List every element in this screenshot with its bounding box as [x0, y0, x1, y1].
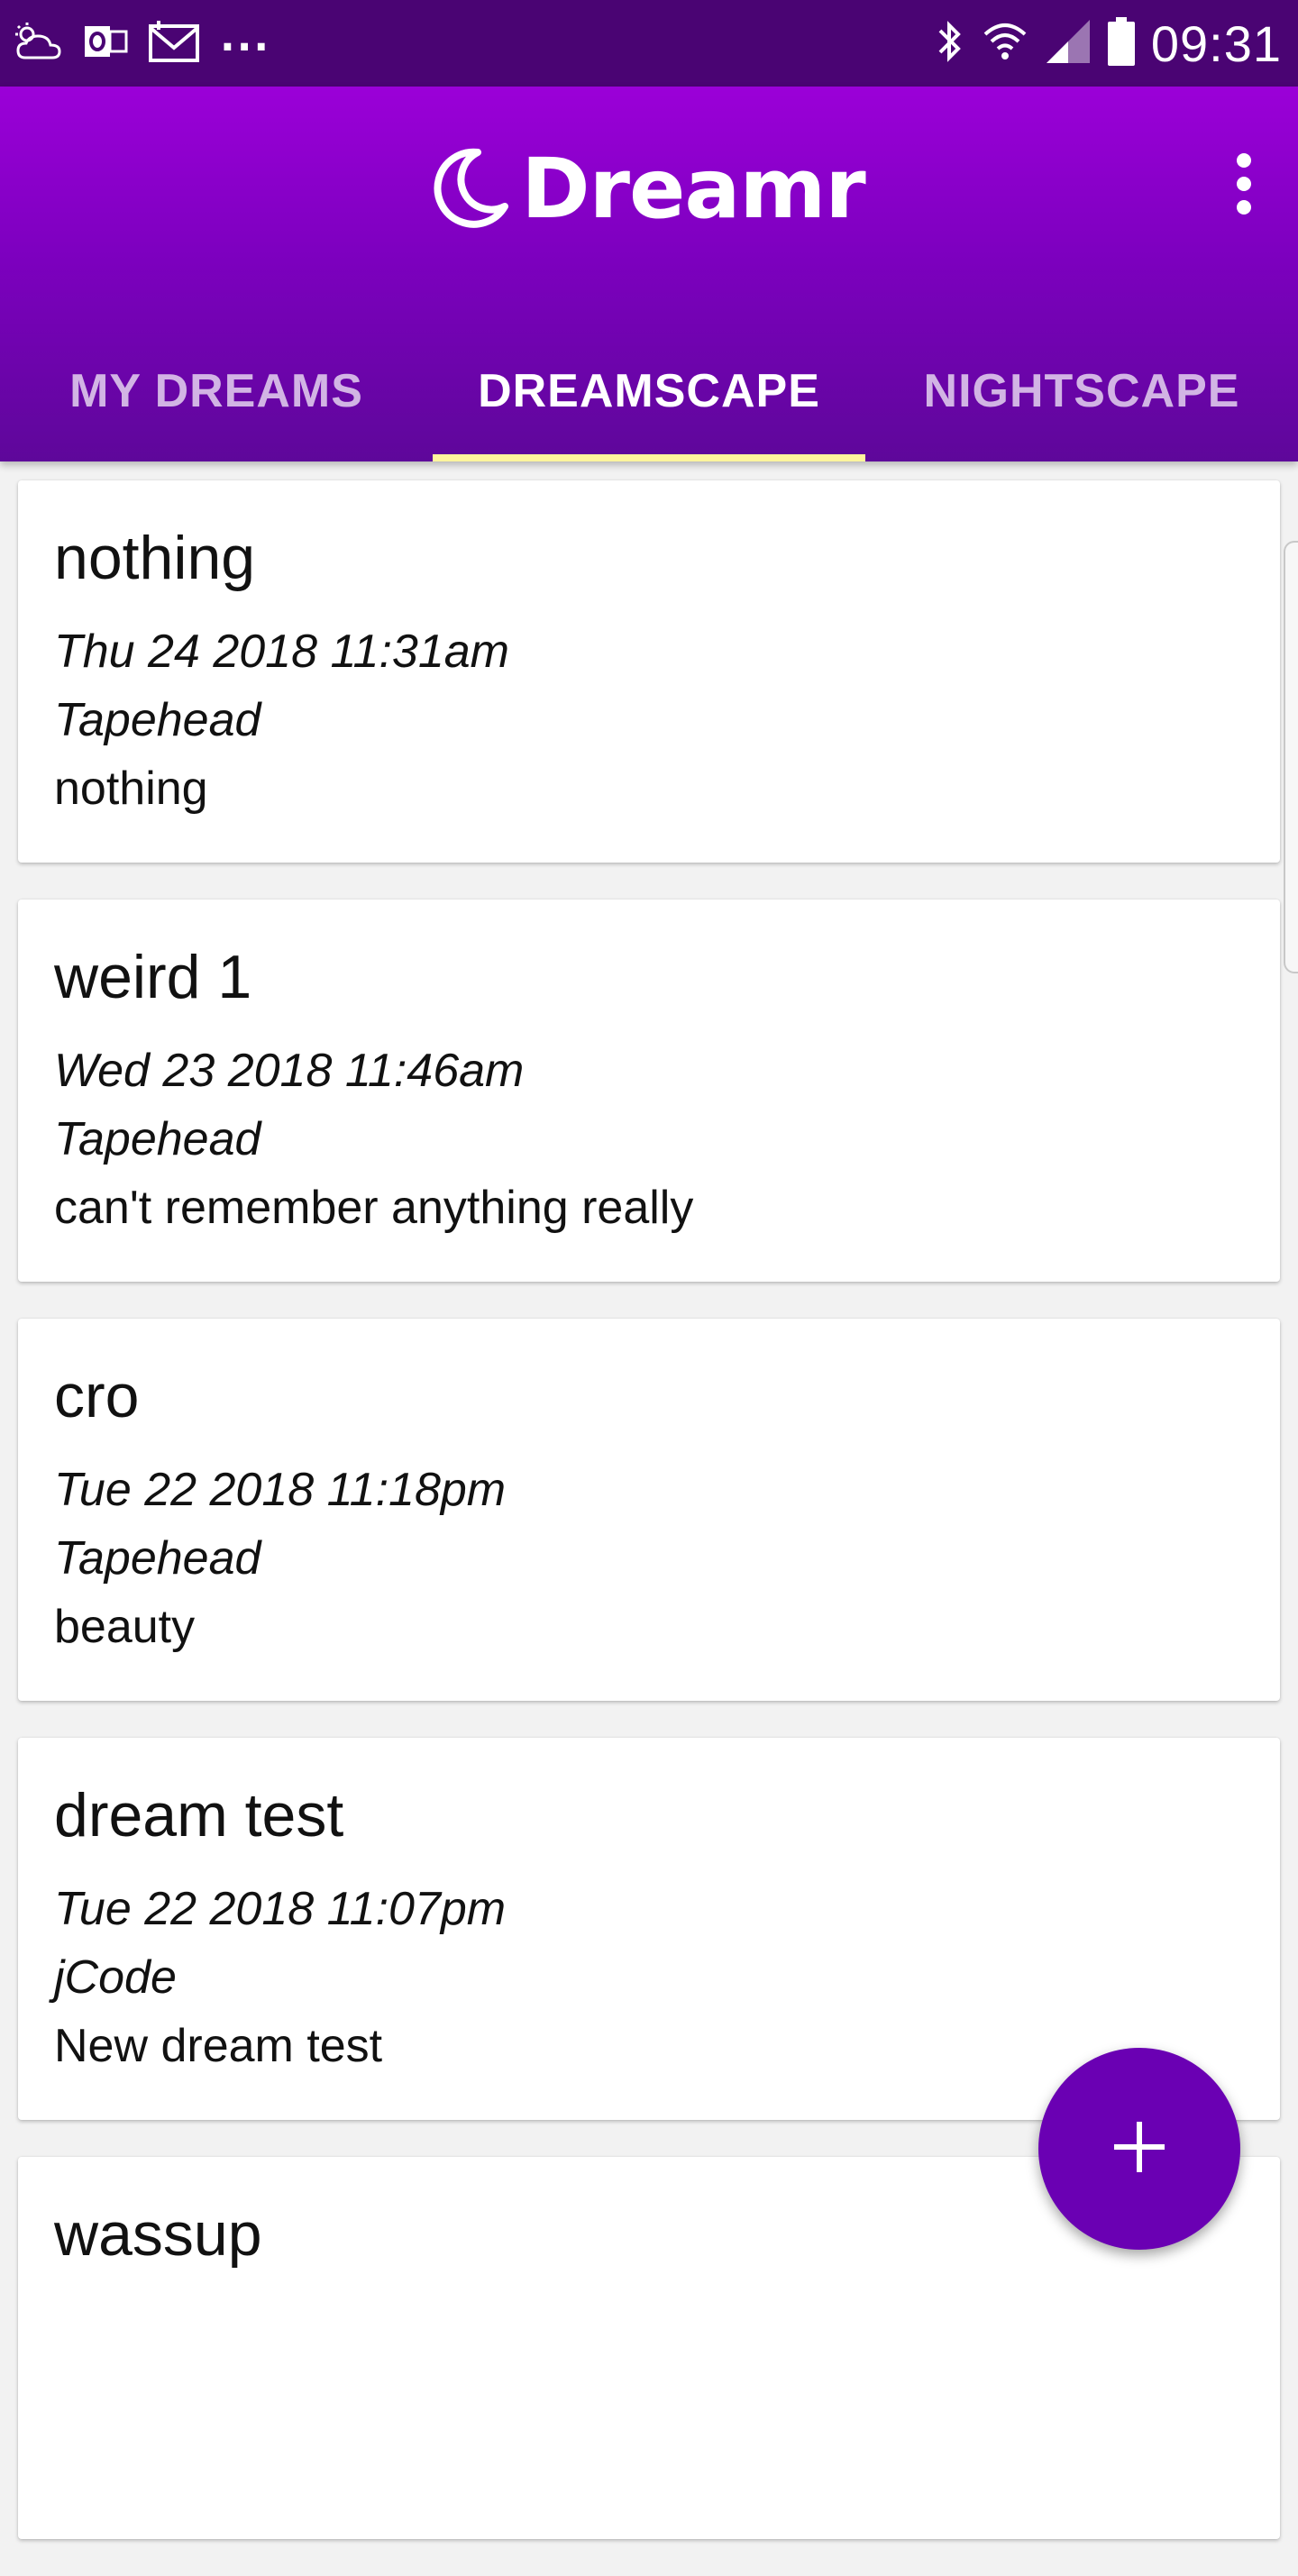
- more-vert-icon: [1235, 151, 1253, 220]
- status-more-notifications: ...: [220, 14, 271, 60]
- dream-card[interactable]: nothing Thu 24 2018 11:31am Tapehead not…: [18, 480, 1280, 863]
- status-bar: ... 09:31: [0, 0, 1298, 87]
- dream-date: Thu 24 2018 11:31am: [54, 626, 509, 678]
- dream-title: dream test: [54, 1781, 344, 1850]
- dream-date: Wed 23 2018 11:46am: [54, 1045, 525, 1097]
- dream-date: Tue 22 2018 11:18pm: [54, 1464, 507, 1516]
- tab-bar: MY DREAMS DREAMSCAPE NIGHTSCAPE: [0, 330, 1298, 461]
- tab-nightscape[interactable]: NIGHTSCAPE: [865, 330, 1298, 461]
- dream-title: weird 1: [54, 943, 252, 1011]
- plus-icon: [1111, 2118, 1168, 2179]
- app-bar: Dreamr MY DREAMS DREAMSCAPE NIGHTSCAPE: [0, 87, 1298, 461]
- dream-text: can't remember anything really: [54, 1182, 694, 1234]
- overflow-menu-button[interactable]: [1217, 150, 1271, 222]
- battery-icon: [1107, 17, 1135, 69]
- status-time: 09:31: [1150, 14, 1282, 72]
- wifi-icon: [982, 18, 1028, 69]
- dream-date: Tue 22 2018 11:07pm: [54, 1883, 507, 1935]
- bluetooth-icon: [935, 18, 965, 69]
- weather-cloud-icon: [13, 22, 63, 65]
- dream-card[interactable]: weird 1 Wed 23 2018 11:46am Tapehead can…: [18, 900, 1280, 1282]
- dream-author: jCode: [54, 1951, 177, 2004]
- dream-text: nothing: [54, 763, 208, 815]
- dream-author: Tapehead: [54, 694, 261, 746]
- status-left-icons: ...: [13, 14, 290, 68]
- status-right-icons: 09:31: [919, 14, 1282, 73]
- dream-title: nothing: [54, 524, 256, 592]
- tab-dreamscape[interactable]: DREAMSCAPE: [433, 330, 865, 461]
- add-dream-button[interactable]: [1038, 2048, 1240, 2250]
- dream-text: beauty: [54, 1601, 196, 1653]
- dream-text: New dream test: [54, 2020, 383, 2072]
- outlook-icon: [83, 21, 128, 66]
- app-title: Dreamr: [521, 141, 865, 237]
- signal-icon: [1045, 18, 1092, 69]
- dream-author: Tapehead: [54, 1113, 261, 1165]
- mail-icon: [148, 19, 200, 68]
- dream-title: cro: [54, 1362, 140, 1430]
- tab-my-dreams[interactable]: MY DREAMS: [0, 330, 433, 461]
- dream-card[interactable]: cro Tue 22 2018 11:18pm Tapehead beauty: [18, 1319, 1280, 1701]
- moon-icon: [433, 147, 509, 232]
- dream-list: nothing Thu 24 2018 11:31am Tapehead not…: [18, 480, 1280, 2576]
- scroll-indicator[interactable]: [1284, 541, 1298, 973]
- brand: Dreamr: [0, 141, 1298, 237]
- dream-author: Tapehead: [54, 1532, 261, 1585]
